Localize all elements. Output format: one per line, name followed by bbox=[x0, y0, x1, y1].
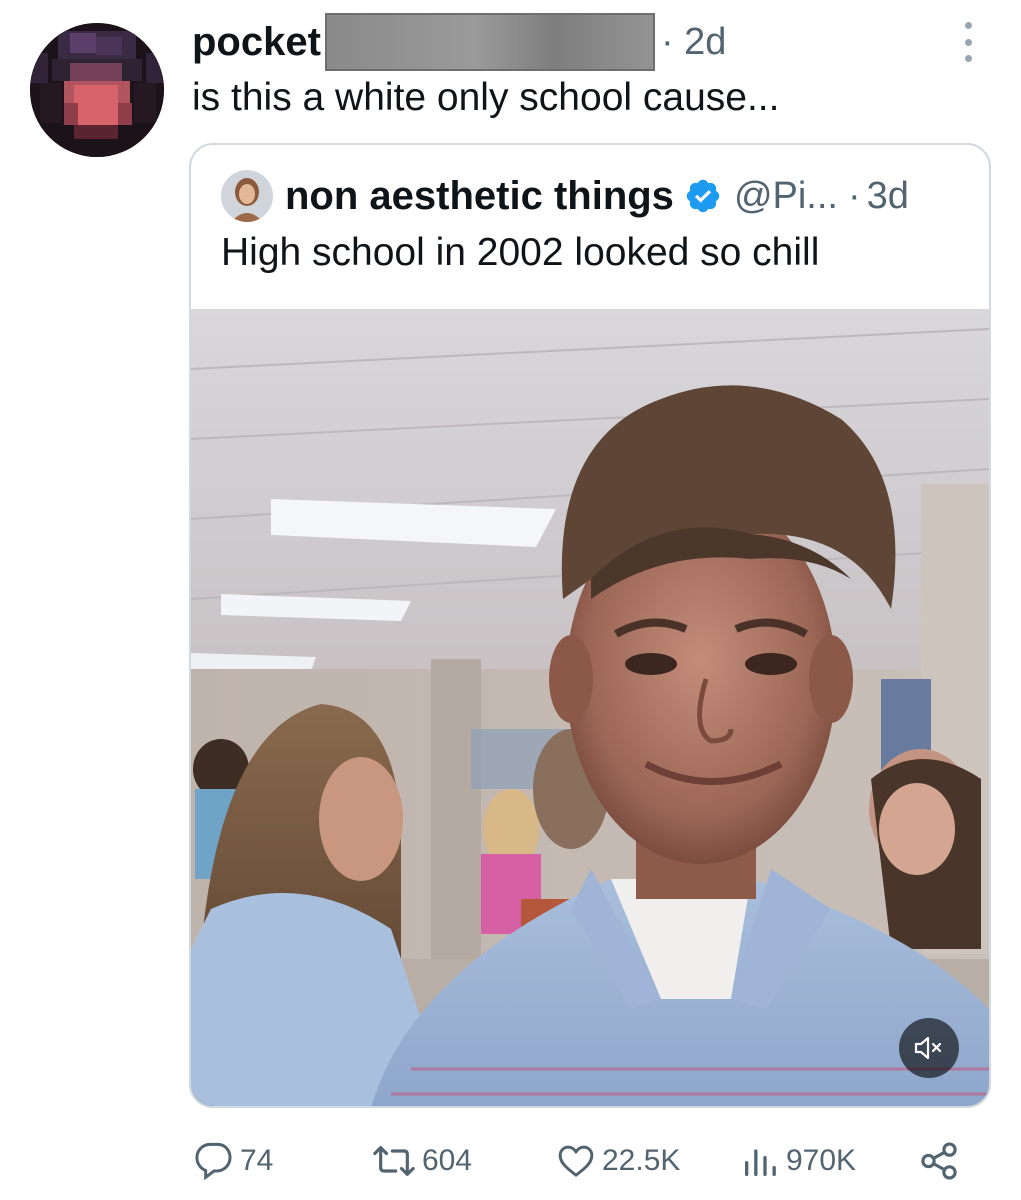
share-button[interactable] bbox=[918, 1136, 960, 1186]
share-icon bbox=[921, 1142, 957, 1180]
repost-icon bbox=[373, 1146, 415, 1176]
like-count: 22.5K bbox=[602, 1144, 681, 1177]
quoted-author-name: non aesthetic things bbox=[285, 173, 674, 218]
more-vertical-icon[interactable] bbox=[960, 22, 976, 62]
tweet-timestamp[interactable]: · 2d bbox=[661, 21, 726, 64]
repost-button[interactable]: 604 bbox=[372, 1136, 472, 1186]
muted-speaker-icon[interactable] bbox=[899, 1018, 959, 1078]
quoted-author-avatar bbox=[221, 170, 273, 222]
redacted-handle bbox=[324, 13, 655, 71]
separator-dot: · bbox=[847, 174, 861, 217]
views-button[interactable]: 970K bbox=[740, 1136, 856, 1186]
views-icon bbox=[745, 1149, 776, 1176]
video-player[interactable] bbox=[191, 309, 989, 1106]
reply-count: 74 bbox=[240, 1144, 274, 1177]
quoted-author-handle: @Pi... bbox=[733, 174, 838, 217]
quoted-tweet-card[interactable]: non aesthetic things @Pi... · 3d High sc… bbox=[189, 143, 991, 1108]
verified-badge-icon bbox=[686, 179, 720, 213]
reply-button[interactable]: 74 bbox=[194, 1136, 273, 1186]
tweet-header: pocket · 2d bbox=[192, 13, 726, 71]
action-bar: 74 604 22.5K 970K bbox=[0, 1136, 1021, 1186]
quoted-tweet-header: non aesthetic things @Pi... · 3d bbox=[221, 169, 909, 223]
author-avatar[interactable] bbox=[30, 23, 164, 157]
views-count: 970K bbox=[786, 1144, 857, 1177]
author-name[interactable]: pocket bbox=[192, 20, 321, 65]
like-button[interactable]: 22.5K bbox=[556, 1136, 680, 1186]
quoted-tweet-timestamp: 3d bbox=[866, 174, 909, 217]
heart-icon bbox=[558, 1145, 594, 1177]
tweet-text: is this a white only school cause... bbox=[192, 76, 780, 119]
reply-icon bbox=[195, 1142, 232, 1181]
quoted-tweet-text: High school in 2002 looked so chill bbox=[221, 231, 820, 274]
repost-count: 604 bbox=[422, 1144, 473, 1177]
